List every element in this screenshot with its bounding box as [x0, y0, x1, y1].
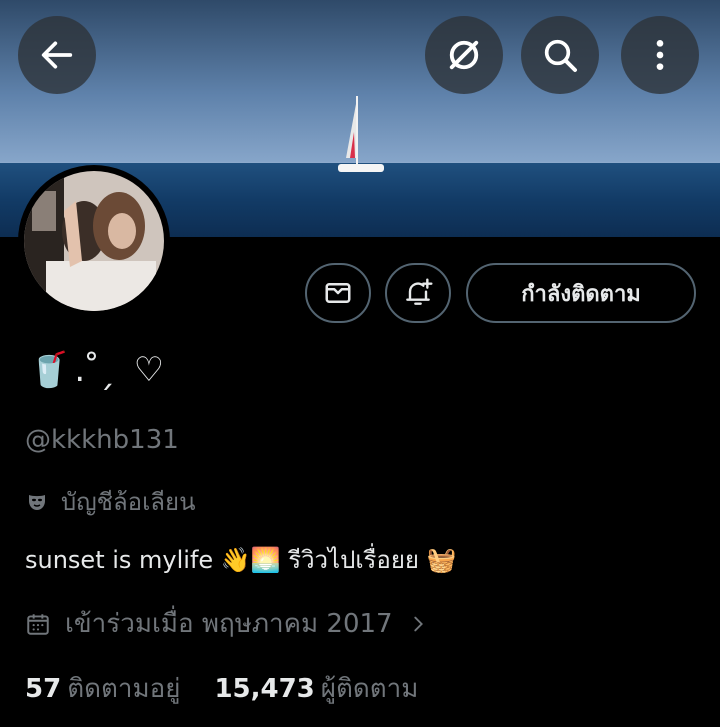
- joined-date: เข้าร่วมเมื่อ พฤษภาคม 2017: [65, 609, 393, 639]
- following-count: 57: [25, 674, 62, 704]
- chevron-right-icon: [413, 616, 423, 631]
- grok-icon: [449, 40, 479, 70]
- parody-label: บัญชีล้อเลียน: [61, 488, 196, 516]
- mail-icon: [325, 283, 351, 303]
- avatar[interactable]: [18, 165, 170, 317]
- sailboat-image: [338, 96, 384, 172]
- mask-icon: [29, 494, 45, 510]
- followers-count: 15,473: [214, 674, 315, 704]
- followers-stat[interactable]: 15,473 ผู้ติดตาม: [214, 668, 418, 709]
- followers-label: ผู้ติดตาม: [320, 674, 419, 704]
- search-button[interactable]: [521, 16, 599, 94]
- more-vertical-icon: [656, 40, 664, 70]
- bell-plus-icon: [406, 278, 433, 305]
- notifications-button[interactable]: [385, 263, 451, 323]
- grok-button[interactable]: [425, 16, 503, 94]
- handle: @kkkhb131: [25, 425, 179, 455]
- bio: sunset is mylife 👋🌅 รีวิวไปเรื่อยย 🧺: [25, 546, 457, 574]
- more-button[interactable]: [621, 16, 699, 94]
- following-button-label: กำลังติดตาม: [521, 281, 641, 307]
- back-button[interactable]: [18, 16, 96, 94]
- follow-stats: 57 ติดตามอยู่ 15,473 ผู้ติดตาม: [25, 668, 418, 709]
- joined-date-row[interactable]: เข้าร่วมเมื่อ พฤษภาคม 2017: [25, 603, 429, 644]
- parody-label-row: บัญชีล้อเลียน: [25, 482, 195, 521]
- search-icon: [544, 39, 577, 72]
- following-button[interactable]: กำลังติดตาม: [466, 263, 696, 323]
- following-stat[interactable]: 57 ติดตามอยู่: [25, 668, 180, 709]
- arrow-left-icon: [41, 41, 73, 69]
- display-name: 🥤. ̊ ̗ ♡: [28, 350, 169, 390]
- message-button[interactable]: [305, 263, 371, 323]
- calendar-icon: [27, 613, 49, 635]
- avatar-image: [24, 171, 164, 311]
- following-label: ติดตามอยู่: [67, 674, 181, 704]
